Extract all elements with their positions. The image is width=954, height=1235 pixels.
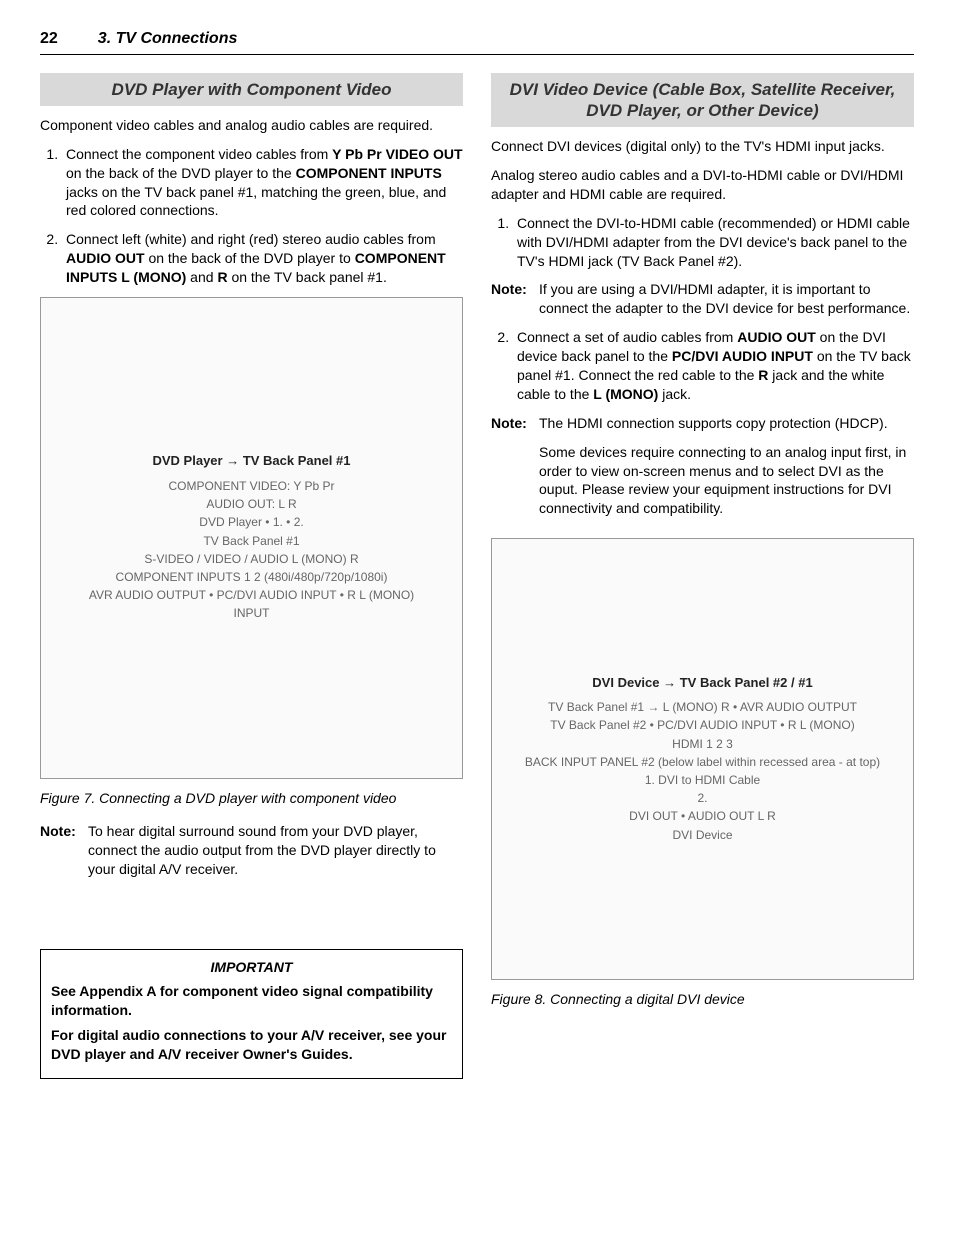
left-column: DVD Player with Component Video Componen…	[40, 73, 463, 1079]
right-column: DVI Video Device (Cable Box, Satellite R…	[491, 73, 914, 1079]
right-step-2: Connect a set of audio cables from AUDIO…	[513, 328, 914, 404]
right-section-heading: DVI Video Device (Cable Box, Satellite R…	[491, 73, 914, 128]
right-step-1: Connect the DVI-to-HDMI cable (recommend…	[513, 214, 914, 271]
figure-8-diagram: DVI Device → TV Back Panel #2 / #1 TV Ba…	[491, 538, 914, 980]
figure-7-caption: Figure 7. Connecting a DVD player with c…	[40, 789, 463, 808]
figure-8-labels: TV Back Panel #1 → L (MONO) R • AVR AUDI…	[502, 697, 903, 845]
figure-7-diagram: DVD Player → TV Back Panel #1 COMPONENT …	[40, 297, 463, 779]
right-note-1: Note: If you are using a DVI/HDMI adapte…	[491, 280, 914, 318]
important-box: IMPORTANT See Appendix A for component v…	[40, 949, 463, 1079]
important-p1: See Appendix A for component video signa…	[51, 982, 452, 1020]
left-step-2: Connect left (white) and right (red) ste…	[62, 230, 463, 287]
right-p1: Connect DVI devices (digital only) to th…	[491, 137, 914, 156]
right-steps-a: Connect the DVI-to-HDMI cable (recommend…	[491, 214, 914, 271]
page-header: 22 3. TV Connections	[40, 28, 914, 55]
content-columns: DVD Player with Component Video Componen…	[40, 73, 914, 1079]
left-note: Note: To hear digital surround sound fro…	[40, 822, 463, 879]
right-p2: Analog stereo audio cables and a DVI-to-…	[491, 166, 914, 204]
right-steps-b: Connect a set of audio cables from AUDIO…	[491, 328, 914, 404]
right-note-2: Note: The HDMI connection supports copy …	[491, 414, 914, 528]
left-section-heading: DVD Player with Component Video	[40, 73, 463, 106]
important-p2: For digital audio connections to your A/…	[51, 1026, 452, 1064]
chapter-title: 3. TV Connections	[98, 28, 238, 50]
left-steps: Connect the component video cables from …	[40, 145, 463, 287]
left-step-1: Connect the component video cables from …	[62, 145, 463, 221]
left-intro: Component video cables and analog audio …	[40, 116, 463, 135]
page-number: 22	[40, 28, 58, 50]
figure-8-caption: Figure 8. Connecting a digital DVI devic…	[491, 990, 914, 1009]
figure-7-labels: COMPONENT VIDEO: Y Pb Pr AUDIO OUT: L R …	[51, 476, 452, 624]
